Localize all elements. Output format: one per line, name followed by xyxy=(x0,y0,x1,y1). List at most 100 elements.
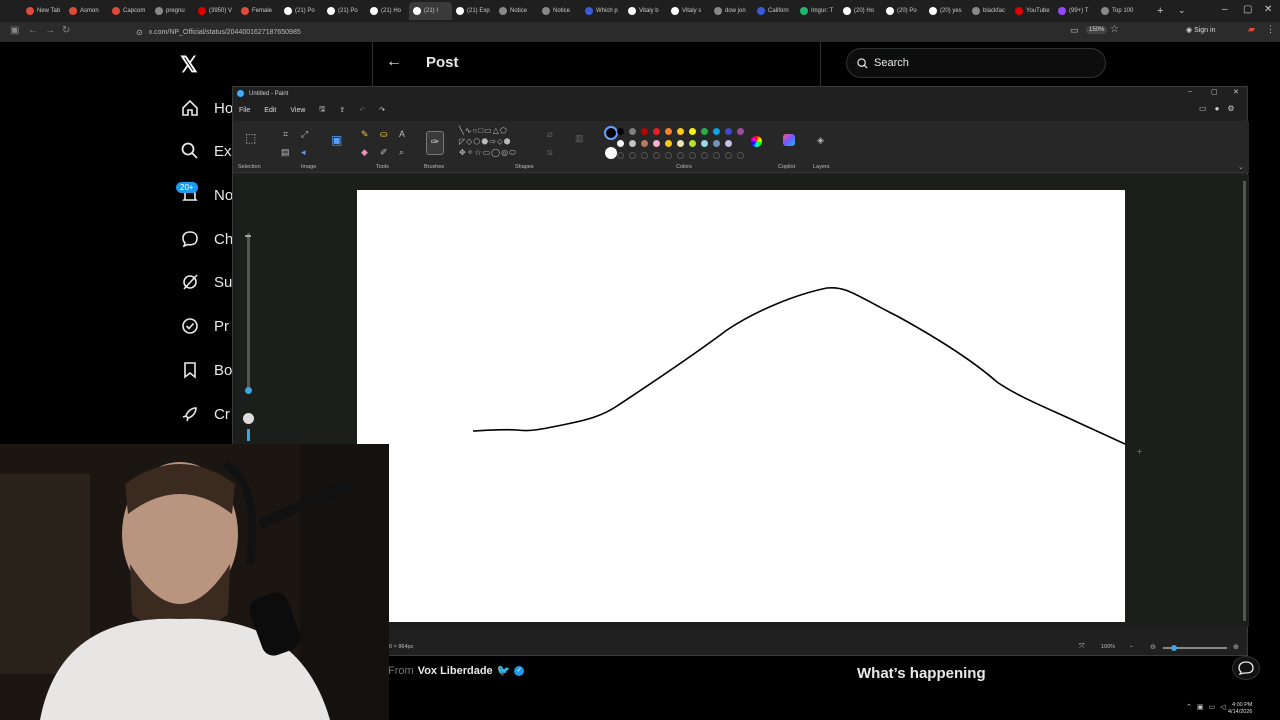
palette-swatch[interactable] xyxy=(665,128,672,135)
rotate-icon[interactable]: ◂ xyxy=(301,147,306,158)
menu-edit[interactable]: Edit xyxy=(264,107,276,114)
menu-icon[interactable]: ⋮ xyxy=(1266,24,1275,35)
paint-close-icon[interactable]: ✕ xyxy=(1233,88,1239,96)
ribbon-collapse-icon[interactable]: ⌄ xyxy=(1238,163,1244,171)
browser-tab[interactable]: Vitaly b xyxy=(624,2,667,20)
palette-swatch[interactable] xyxy=(629,140,636,147)
paint-minimize-icon[interactable]: – xyxy=(1188,88,1192,95)
palette-swatch[interactable] xyxy=(737,128,744,135)
browser-tab[interactable]: (21) Ho xyxy=(366,2,409,20)
shape-fill-icon[interactable]: ⧅ xyxy=(547,147,553,158)
browser-tab[interactable]: New Tab xyxy=(22,2,65,20)
browser-tab[interactable]: Capcom xyxy=(108,2,151,20)
browser-tab[interactable]: Top 100 xyxy=(1097,2,1140,20)
share-icon[interactable]: ⇪ xyxy=(339,106,345,114)
selection-tool-icon[interactable]: ⬚ xyxy=(245,131,256,145)
palette-swatch[interactable] xyxy=(665,140,672,147)
browser-tab[interactable]: dow jon xyxy=(710,2,753,20)
feedback-icon[interactable]: ▭ xyxy=(1199,104,1207,113)
custom-color-slot[interactable] xyxy=(665,152,672,159)
layers-icon[interactable]: ◈ xyxy=(817,135,824,146)
zoom-level[interactable]: 100% xyxy=(1101,644,1115,650)
magnifier-icon[interactable]: ⌕ xyxy=(399,147,404,158)
star-icon[interactable]: ☆ xyxy=(1110,24,1119,35)
palette-swatch[interactable] xyxy=(641,140,648,147)
crop-icon[interactable]: ⌗ xyxy=(283,129,288,140)
palette-swatch[interactable] xyxy=(653,140,660,147)
custom-color-slot[interactable] xyxy=(737,152,744,159)
brush-size-slider[interactable] xyxy=(247,233,250,393)
close-window-icon[interactable]: ✕ xyxy=(1264,4,1272,15)
sign-in-button[interactable]: ◉ Sign in xyxy=(1186,26,1215,34)
menu-file[interactable]: File xyxy=(239,107,250,114)
fit-window-icon[interactable]: ⤧ xyxy=(1079,643,1085,651)
redo-icon[interactable]: ↷ xyxy=(379,106,385,114)
edit-colors-icon[interactable] xyxy=(751,136,762,147)
palette-swatch[interactable] xyxy=(629,128,636,135)
extension-icon[interactable]: ▰ xyxy=(1248,24,1255,35)
eraser-icon[interactable]: ◆ xyxy=(361,147,368,158)
browser-tab[interactable]: Californ xyxy=(753,2,796,20)
zoom-in-icon[interactable]: ⊕ xyxy=(1233,643,1239,651)
zoom-out-icon[interactable]: ⊖ xyxy=(1150,643,1156,651)
copilot-icon[interactable] xyxy=(783,134,795,146)
browser-tab[interactable]: Notice xyxy=(538,2,581,20)
browser-tab[interactable]: (20) Po xyxy=(882,2,925,20)
slider-thumb[interactable] xyxy=(245,387,252,394)
messages-fab[interactable] xyxy=(1232,656,1260,680)
tab-search-chevron-icon[interactable]: ⌄ xyxy=(1178,5,1186,16)
palette-swatch[interactable] xyxy=(725,128,732,135)
menu-view[interactable]: View xyxy=(290,107,305,114)
browser-tab[interactable]: Asmon xyxy=(65,2,108,20)
browser-tab[interactable]: (20) yes xyxy=(925,2,968,20)
outline-icon[interactable]: ⧄ xyxy=(547,129,553,140)
minimize-icon[interactable]: – xyxy=(1222,4,1228,15)
palette-swatch[interactable] xyxy=(653,128,660,135)
custom-color-slot[interactable] xyxy=(677,152,684,159)
primary-color-swatch[interactable] xyxy=(604,126,618,140)
custom-color-slot[interactable] xyxy=(641,152,648,159)
tray-app-icon[interactable]: ▣ xyxy=(1197,703,1204,711)
drawing-canvas[interactable] xyxy=(357,190,1126,622)
resize-icon[interactable]: ⤢ xyxy=(301,129,308,140)
undo-icon[interactable]: ↶ xyxy=(359,106,365,114)
secondary-color-swatch[interactable] xyxy=(605,147,617,159)
from-author[interactable]: Vox Liberdade xyxy=(418,665,493,677)
color-picker-icon[interactable]: ✐ xyxy=(380,147,388,158)
maximize-icon[interactable]: ▢ xyxy=(1243,4,1252,15)
forward-icon[interactable]: → xyxy=(45,25,55,36)
url-field[interactable]: ⊙ x.com/NP_Official/status/2044001627187… xyxy=(136,25,1080,39)
volume-icon[interactable]: ◁ xyxy=(1220,703,1225,711)
opacity-slider[interactable] xyxy=(247,429,250,441)
palette-swatch[interactable] xyxy=(617,140,624,147)
nav-item-verified[interactable]: Pr xyxy=(180,316,229,336)
palette-swatch[interactable] xyxy=(677,140,684,147)
browser-tab[interactable]: (99+) T xyxy=(1054,2,1097,20)
custom-color-slot[interactable] xyxy=(701,152,708,159)
pencil-icon[interactable]: ✎ xyxy=(361,129,369,140)
zoom-dropdown-icon[interactable]: ⌄ xyxy=(1129,643,1134,649)
browser-tab[interactable]: YouTube xyxy=(1011,2,1054,20)
vertical-scrollbar[interactable] xyxy=(1243,181,1246,621)
browser-tab[interactable]: (21) Exp xyxy=(452,2,495,20)
palette-swatch[interactable] xyxy=(689,140,696,147)
palette-swatch[interactable] xyxy=(677,128,684,135)
opacity-icon[interactable] xyxy=(243,413,254,424)
fill-icon[interactable]: ⛀ xyxy=(380,129,388,140)
reload-icon[interactable]: ↻ xyxy=(62,25,70,36)
custom-color-slot[interactable] xyxy=(713,152,720,159)
browser-tab[interactable]: blackfac xyxy=(968,2,1011,20)
browser-tab[interactable]: Which p xyxy=(581,2,624,20)
tray-chevron-icon[interactable]: ⌃ xyxy=(1186,703,1192,711)
reader-icon[interactable]: ▭ xyxy=(1070,25,1079,36)
nav-item-home[interactable]: Ho xyxy=(180,98,233,118)
browser-tab[interactable]: (21) Po xyxy=(280,2,323,20)
save-icon[interactable]: 🖫 xyxy=(319,105,325,116)
nav-item-rocket[interactable]: Cr xyxy=(180,404,230,424)
custom-color-slot[interactable] xyxy=(653,152,660,159)
custom-color-slot[interactable] xyxy=(725,152,732,159)
browser-tab[interactable]: (21) Po xyxy=(323,2,366,20)
search-input[interactable]: Search xyxy=(846,48,1106,78)
nav-item-search[interactable]: Ex xyxy=(180,141,232,161)
browser-tab[interactable]: pregnu xyxy=(151,2,194,20)
